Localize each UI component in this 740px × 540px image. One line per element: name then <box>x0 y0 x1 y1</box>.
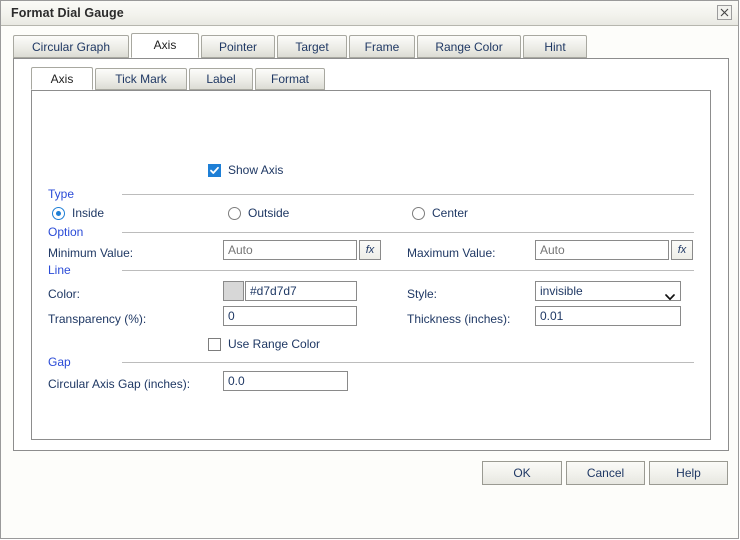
tab-axis[interactable]: Axis <box>131 33 199 58</box>
color-value-input[interactable] <box>245 281 357 301</box>
circular-axis-gap-label: Circular Axis Gap (inches): <box>48 377 190 391</box>
section-label-type: Type <box>48 187 74 201</box>
style-dropdown-value: invisible <box>540 284 583 298</box>
ok-button[interactable]: OK <box>482 461 562 485</box>
title-bar: Format Dial Gauge <box>1 1 738 26</box>
sub-tab-strip: Axis Tick Mark Label Format <box>31 68 711 91</box>
thickness-label: Thickness (inches): <box>407 312 510 326</box>
tab-pointer[interactable]: Pointer <box>201 35 275 58</box>
checkmark-icon <box>208 338 221 351</box>
section-label-option: Option <box>48 225 83 239</box>
tab-hint[interactable]: Hint <box>523 35 587 58</box>
minimum-value-label: Minimum Value: <box>48 246 133 260</box>
color-swatch-button[interactable] <box>223 281 244 301</box>
tab-range-color[interactable]: Range Color <box>417 35 521 58</box>
section-rule-line <box>122 270 694 271</box>
axis-tab-panel: Axis Tick Mark Label Format Show Axis Ty… <box>13 58 729 451</box>
section-rule-type <box>122 194 694 195</box>
section-rule-option <box>122 232 694 233</box>
thickness-input[interactable] <box>535 306 681 326</box>
checkmark-icon <box>208 164 221 177</box>
subtab-axis[interactable]: Axis <box>31 67 93 90</box>
maximum-value-fx-button[interactable]: fx <box>671 240 693 260</box>
section-rule-gap <box>122 362 694 363</box>
radio-inside-label: Inside <box>72 206 104 220</box>
chevron-down-icon <box>665 288 675 306</box>
transparency-input[interactable] <box>223 306 357 326</box>
color-label: Color: <box>48 287 80 301</box>
tab-frame[interactable]: Frame <box>349 35 415 58</box>
circular-axis-gap-input[interactable] <box>223 371 348 391</box>
style-label: Style: <box>407 287 437 301</box>
maximum-value-input[interactable] <box>535 240 669 260</box>
radio-icon <box>228 207 241 220</box>
radio-center-label: Center <box>432 206 468 220</box>
use-range-color-label: Use Range Color <box>228 337 320 351</box>
maximum-value-label: Maximum Value: <box>407 246 495 260</box>
subtab-format[interactable]: Format <box>255 68 325 90</box>
radio-icon <box>412 207 425 220</box>
cancel-button[interactable]: Cancel <box>566 461 645 485</box>
show-axis-label: Show Axis <box>228 163 283 177</box>
style-dropdown[interactable]: invisible <box>535 281 681 301</box>
section-label-line: Line <box>48 263 71 277</box>
minimum-value-input[interactable] <box>223 240 357 260</box>
subtab-label[interactable]: Label <box>189 68 253 90</box>
subtab-tick-mark[interactable]: Tick Mark <box>95 68 187 90</box>
axis-settings-panel: Show Axis Type Inside Outside Center Opt… <box>31 90 711 440</box>
tab-target[interactable]: Target <box>277 35 347 58</box>
radio-icon <box>52 207 65 220</box>
minimum-value-fx-button[interactable]: fx <box>359 240 381 260</box>
format-dial-gauge-dialog: Format Dial Gauge Circular Graph Axis Po… <box>0 0 739 539</box>
main-tab-strip: Circular Graph Axis Pointer Target Frame… <box>13 35 729 59</box>
transparency-label: Transparency (%): <box>48 312 146 326</box>
close-icon[interactable] <box>717 5 732 20</box>
tab-circular-graph[interactable]: Circular Graph <box>13 35 129 58</box>
window-title: Format Dial Gauge <box>11 6 124 20</box>
section-label-gap: Gap <box>48 355 71 369</box>
radio-outside-label: Outside <box>248 206 289 220</box>
help-button[interactable]: Help <box>649 461 728 485</box>
